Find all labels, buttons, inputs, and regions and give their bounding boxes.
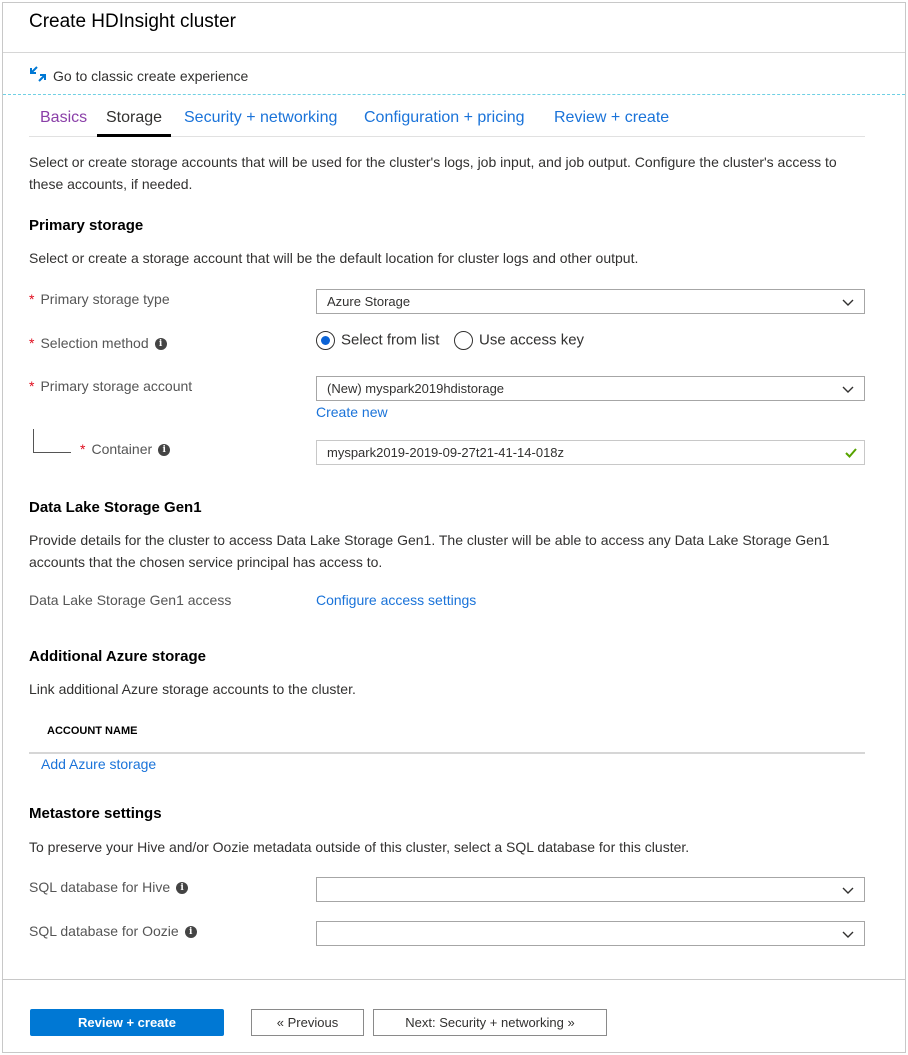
primary-storage-type-label: * Primary storage type: [29, 291, 170, 307]
data-lake-heading: Data Lake Storage Gen1: [29, 499, 202, 516]
column-header-account-name[interactable]: ACCOUNT NAME: [47, 725, 137, 737]
configure-access-settings-link[interactable]: Configure access settings: [316, 592, 476, 608]
additional-storage-heading: Additional Azure storage: [29, 648, 206, 665]
radio-unchecked-icon[interactable]: [454, 331, 473, 350]
storage-accounts-table-header: ACCOUNT NAME: [29, 717, 865, 754]
oozie-db-label: SQL database for Oozie i: [29, 923, 197, 939]
info-icon[interactable]: i: [176, 882, 189, 895]
info-icon[interactable]: i: [158, 444, 171, 457]
primary-storage-description: Select or create a storage account that …: [29, 250, 639, 266]
tab-configuration-pricing[interactable]: Configuration + pricing: [364, 109, 525, 127]
radio-checked-icon[interactable]: [316, 331, 335, 350]
radio-use-access-key[interactable]: Use access key: [454, 331, 584, 350]
chevron-down-icon: [842, 386, 854, 393]
radio-use-access-key-label: Use access key: [479, 331, 585, 349]
classic-experience-row: Go to classic create experience: [3, 54, 905, 95]
oozie-db-dropdown[interactable]: [316, 921, 865, 946]
required-asterisk: *: [29, 335, 35, 351]
primary-storage-heading: Primary storage: [29, 217, 144, 234]
primary-storage-account-label-text: Primary storage account: [40, 378, 193, 394]
wizard-tabs: Basics Storage Security + networking Con…: [29, 95, 865, 137]
tab-storage[interactable]: Storage: [96, 109, 172, 137]
switch-arrows-icon: [30, 66, 46, 82]
primary-storage-type-value: Azure Storage: [327, 294, 411, 309]
primary-storage-account-label: * Primary storage account: [29, 378, 192, 394]
info-icon[interactable]: i: [154, 338, 167, 351]
tab-basics[interactable]: Basics: [40, 109, 87, 127]
primary-storage-account-dropdown[interactable]: (New) myspark2019hdistorage: [316, 376, 865, 401]
container-input[interactable]: myspark2019-2019-09-27t21-41-14-018z: [316, 440, 865, 465]
container-label-text: Container: [91, 441, 153, 457]
radio-select-from-list-label: Select from list: [341, 331, 440, 349]
tab-review-create[interactable]: Review + create: [554, 109, 669, 127]
data-lake-access-label: Data Lake Storage Gen1 access: [29, 592, 232, 608]
radio-select-from-list[interactable]: Select from list: [316, 331, 439, 350]
chevron-down-icon: [842, 887, 854, 894]
hive-db-label: SQL database for Hive i: [29, 879, 189, 895]
hive-db-label-text: SQL database for Hive: [29, 879, 171, 895]
chevron-down-icon: [842, 299, 854, 306]
checkmark-icon: [845, 448, 857, 458]
title-bar: Create HDInsight cluster: [3, 3, 905, 53]
container-label: * Container i: [80, 441, 171, 457]
footer-actions: Review + create « Previous Next: Securit…: [3, 979, 905, 1052]
required-asterisk: *: [29, 291, 35, 307]
previous-button[interactable]: « Previous: [251, 1009, 364, 1036]
add-azure-storage-link[interactable]: Add Azure storage: [41, 756, 156, 772]
metastore-heading: Metastore settings: [29, 805, 162, 822]
page-title: Create HDInsight cluster: [29, 11, 236, 32]
classic-experience-link[interactable]: Go to classic create experience: [53, 68, 248, 84]
tree-connector: [33, 429, 71, 453]
container-value: myspark2019-2019-09-27t21-41-14-018z: [327, 445, 565, 460]
create-cluster-blade: Create HDInsight cluster Go to classic c…: [2, 2, 906, 1053]
chevron-down-icon: [842, 931, 854, 938]
required-asterisk: *: [80, 441, 86, 457]
data-lake-description: Provide details for the cluster to acces…: [29, 532, 830, 570]
create-new-storage-link[interactable]: Create new: [316, 404, 388, 420]
primary-storage-type-dropdown[interactable]: Azure Storage: [316, 289, 865, 314]
intro-text: Select or create storage accounts that w…: [29, 154, 837, 192]
oozie-db-label-text: SQL database for Oozie: [29, 923, 179, 939]
selection-method-label: * Selection method i: [29, 335, 167, 351]
info-icon[interactable]: i: [184, 926, 197, 939]
tab-security-networking[interactable]: Security + networking: [184, 109, 337, 127]
next-security-networking-button[interactable]: Next: Security + networking »: [373, 1009, 607, 1036]
additional-storage-description: Link additional Azure storage accounts t…: [29, 681, 356, 697]
hive-db-dropdown[interactable]: [316, 877, 865, 902]
required-asterisk: *: [29, 378, 35, 394]
primary-storage-type-label-text: Primary storage type: [40, 291, 170, 307]
selection-method-label-text: Selection method: [40, 335, 149, 351]
metastore-description: To preserve your Hive and/or Oozie metad…: [29, 839, 690, 855]
review-create-button[interactable]: Review + create: [30, 1009, 224, 1036]
primary-storage-account-value: (New) myspark2019hdistorage: [327, 381, 505, 396]
